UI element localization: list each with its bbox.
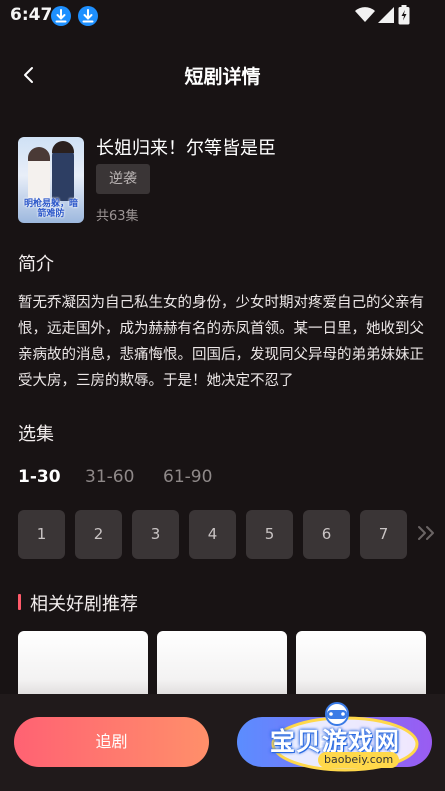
episode-button[interactable]: 2 xyxy=(75,510,122,559)
watermark-url: baobeiy.com xyxy=(318,752,400,768)
wifi-icon xyxy=(355,7,375,22)
synopsis-heading: 简介 xyxy=(18,254,54,275)
episode-button[interactable]: 6 xyxy=(303,510,350,559)
follow-drama-button[interactable]: 追剧 xyxy=(14,717,209,767)
episodes-heading: 选集 xyxy=(18,424,54,445)
page-title: 短剧详情 xyxy=(184,66,261,88)
section-accent-bar xyxy=(18,594,21,610)
cover-title-art: 明枪易躲，暗箭难防 xyxy=(23,199,78,219)
episode-button[interactable]: 7 xyxy=(360,510,407,559)
more-episodes-icon[interactable] xyxy=(416,522,438,544)
recommend-card[interactable] xyxy=(296,631,426,701)
recommend-heading: 相关好剧推荐 xyxy=(30,594,138,615)
synopsis-text: 暂无乔凝因为自己私生女的身份，少女时期对疼爱自己的父亲有恨，远走国外，成为赫赫有… xyxy=(18,295,424,389)
page-header: 短剧详情 xyxy=(0,52,445,98)
download-notification-icon xyxy=(78,6,98,26)
status-time: 6:47 xyxy=(10,5,53,25)
recommend-card[interactable] xyxy=(157,631,287,701)
episode-button[interactable]: 5 xyxy=(246,510,293,559)
download-notification-icon xyxy=(51,6,71,26)
drama-title: 长姐归来！尔等皆是臣 xyxy=(96,138,276,159)
episode-button[interactable]: 3 xyxy=(132,510,179,559)
signal-icon xyxy=(378,7,394,23)
episode-button[interactable]: 4 xyxy=(189,510,236,559)
episode-button[interactable]: 1 xyxy=(18,510,65,559)
status-bar: 6:47 xyxy=(0,0,445,30)
tab-range-31-60[interactable]: 31-60 xyxy=(85,467,134,487)
drama-cover-image[interactable]: 明枪易躲，暗箭难防 xyxy=(18,137,84,223)
tab-range-61-90[interactable]: 61-90 xyxy=(163,467,212,487)
battery-charging-icon xyxy=(398,5,410,25)
genre-tag[interactable]: 逆袭 xyxy=(96,164,150,194)
tab-range-1-30[interactable]: 1-30 xyxy=(18,467,61,487)
recommend-card[interactable] xyxy=(18,631,148,701)
episode-count: 共63集 xyxy=(96,209,139,224)
